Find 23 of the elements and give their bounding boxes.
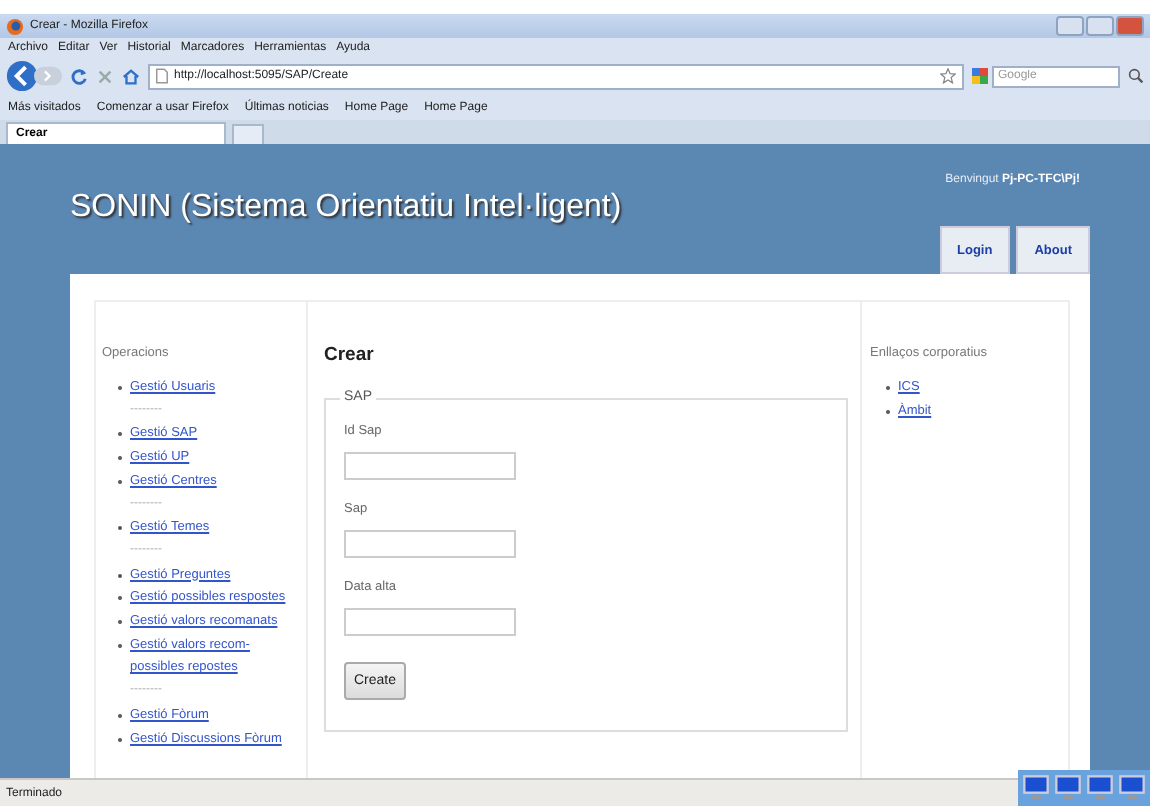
back-button[interactable] [6, 60, 38, 92]
monitor-icon[interactable] [1118, 773, 1146, 801]
monitor-icon[interactable] [1022, 773, 1050, 801]
close-button[interactable] [1116, 16, 1144, 36]
browser-logo-icon [6, 17, 24, 35]
site-title: SONIN (Sistema Orientatiu Intel·ligent) [70, 190, 622, 228]
page-heading: Crear [324, 344, 376, 366]
maximize-button[interactable] [1086, 16, 1114, 36]
input-field[interactable] [344, 452, 516, 480]
reload-icon[interactable] [70, 67, 88, 85]
minimize-button[interactable] [1056, 16, 1084, 36]
search-icon[interactable] [1128, 68, 1144, 84]
stop-icon[interactable] [96, 67, 114, 85]
search-engine-icon[interactable] [972, 68, 988, 84]
forward-button[interactable] [34, 66, 62, 86]
new-tab-button[interactable] [232, 124, 264, 144]
page-icon [156, 68, 168, 84]
monitor-icon[interactable] [1054, 773, 1082, 801]
input-field[interactable] [344, 608, 516, 636]
input-field[interactable] [344, 530, 516, 558]
monitor-icon[interactable] [1086, 773, 1114, 801]
home-icon[interactable] [122, 67, 140, 85]
star-icon[interactable] [940, 68, 956, 84]
